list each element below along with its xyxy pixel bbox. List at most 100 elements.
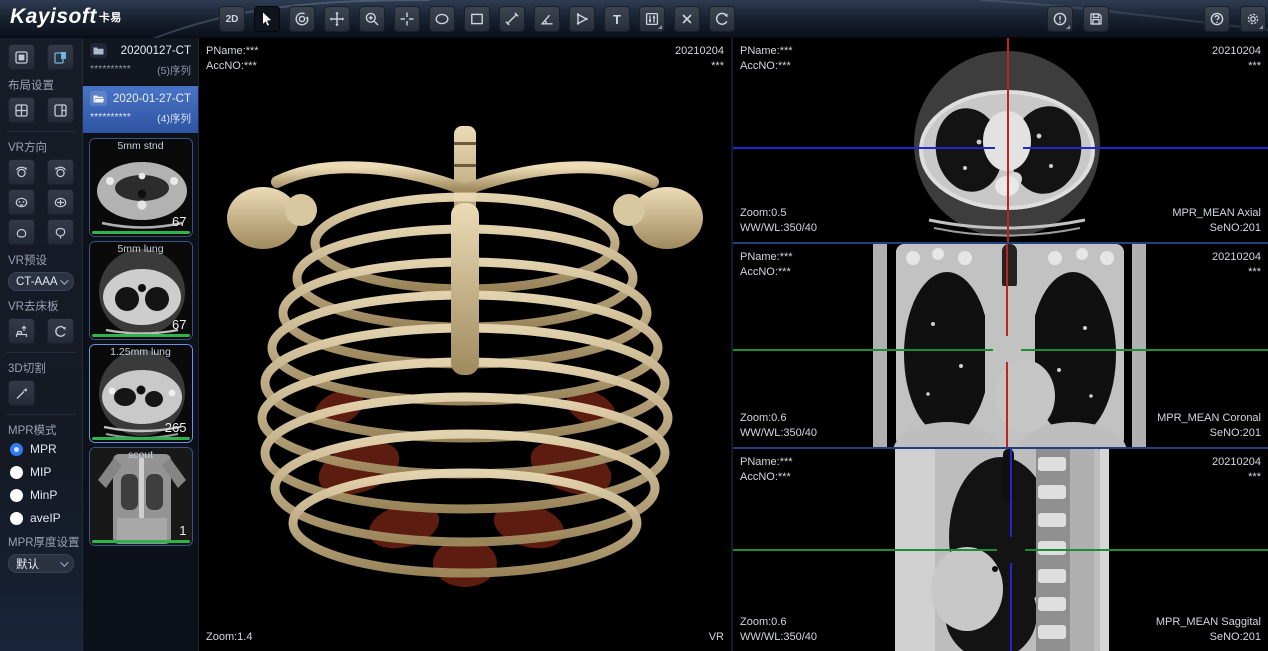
series-thumbnail-5mm-stnd[interactable]: 5mm stnd 67	[89, 138, 193, 237]
vr-preset-section-label: VR预设	[8, 252, 74, 268]
mpr-thickness-select[interactable]: 默认	[8, 554, 74, 573]
remove-bed-button[interactable]	[8, 318, 35, 344]
series-thumbnail-1-25mm-lung[interactable]: 1.25mm lung 265	[89, 344, 193, 443]
axial-crosshair-horizontal-blue[interactable]	[733, 147, 1268, 149]
text-tool-label: T	[613, 12, 621, 27]
coronal-crosshair-vertical-red[interactable]	[1006, 244, 1008, 447]
vr-face-front-button[interactable]	[8, 189, 35, 215]
viewport-mpr-coronal[interactable]: PName:*** AccNO:*** 20210204 *** Zoom:0.…	[733, 244, 1268, 447]
sagittal-zoom: Zoom:0.6	[740, 615, 817, 630]
coronal-accno: AccNO:***	[740, 265, 793, 280]
axial-seno: SeNO:201	[1172, 221, 1261, 236]
reset-icon	[714, 11, 730, 27]
study-item-2-selected[interactable]: 2020-01-27-CT ********** (4)序列	[83, 86, 198, 134]
angle-measure-button[interactable]	[534, 6, 560, 32]
sagittal-accno: AccNO:***	[740, 470, 793, 485]
bed-reset-button[interactable]	[47, 318, 74, 344]
cursor-icon	[259, 11, 275, 27]
vr-accno: AccNO:***	[206, 59, 259, 74]
text-annotation-button[interactable]: T	[604, 6, 630, 32]
mpr-thickness-value: 默认	[16, 556, 39, 572]
report-layout-button[interactable]	[47, 44, 74, 70]
sagittal-zoom-overlay: Zoom:0.6 WW/WL:350/40	[740, 615, 817, 645]
study-series-count: (4)序列	[157, 111, 191, 126]
thumbnail-progress-bar	[92, 540, 190, 543]
folder-closed-icon	[90, 43, 107, 58]
axial-acc-stars: ***	[1212, 59, 1261, 74]
viewport-mpr-sagittal[interactable]: PName:*** AccNO:*** 20210204 *** Zoom:0.…	[733, 449, 1268, 651]
mpr-thickness-section-label: MPR厚度设置	[8, 534, 74, 550]
vr-face-back-button[interactable]	[47, 189, 74, 215]
series-thumbnail-scout[interactable]: scout 1	[89, 447, 193, 546]
vr-rotate-left-button[interactable]	[8, 159, 35, 185]
sagittal-crosshair-horizontal-green[interactable]	[733, 549, 1268, 551]
ruler-icon	[504, 11, 520, 27]
sagittal-date-overlay: 20210204 ***	[1212, 455, 1261, 485]
mpr-mode-radio-minp[interactable]: MinP	[10, 488, 74, 502]
study-series-count: (5)序列	[157, 63, 191, 78]
axial-accno: AccNO:***	[740, 59, 793, 74]
sagittal-wwwl: WW/WL:350/40	[740, 630, 817, 645]
viewport-vr[interactable]: PName:*** AccNO:*** 20210204 *** Zoom:1.…	[199, 38, 731, 651]
thumbnail-label: scout	[90, 449, 192, 461]
info-button[interactable]	[1047, 6, 1073, 32]
scalpel-cut-button[interactable]	[8, 380, 35, 406]
viewport-mpr-axial[interactable]: PName:*** AccNO:*** 20210204 *** Zoom:0.…	[733, 38, 1268, 242]
sagittal-seno: SeNO:201	[1156, 630, 1261, 645]
2d-view-button[interactable]: 2D	[219, 6, 245, 32]
sagittal-study-date: 20210204	[1212, 455, 1261, 470]
face-front-icon	[14, 195, 29, 210]
window-level-button[interactable]	[639, 6, 665, 32]
coronal-pname: PName:***	[740, 250, 793, 265]
scalpel-icon	[14, 386, 29, 401]
mpr-mode-radio-mip[interactable]: MIP	[10, 465, 74, 479]
vr-head-bottom-button[interactable]	[47, 219, 74, 245]
help-button[interactable]	[1204, 6, 1230, 32]
crosshair-button[interactable]	[394, 6, 420, 32]
mpr-mode-radio-mpr[interactable]: MPR	[10, 442, 74, 456]
zoom-button[interactable]	[359, 6, 385, 32]
rectangle-roi-button[interactable]	[464, 6, 490, 32]
delete-x-icon	[679, 11, 695, 27]
coronal-mode-overlay: MPR_MEAN Coronal SeNO:201	[1157, 411, 1261, 441]
window-level-icon	[644, 11, 660, 27]
ellipse-roi-button[interactable]	[429, 6, 455, 32]
sidebar-divider	[6, 352, 76, 353]
study-item-1[interactable]: 20200127-CT ********** (5)序列	[83, 38, 198, 86]
save-button[interactable]	[1083, 6, 1109, 32]
gear-icon	[1245, 11, 1261, 27]
vr-rotate-right-button[interactable]	[47, 159, 74, 185]
grid-2x2-icon	[14, 103, 29, 118]
single-layout-icon	[14, 50, 29, 65]
remove-bed-icon	[14, 324, 29, 339]
pan-button[interactable]	[324, 6, 350, 32]
study-title: 2020-01-27-CT	[112, 93, 191, 105]
settings-button[interactable]	[1240, 6, 1266, 32]
length-measure-button[interactable]	[499, 6, 525, 32]
cut-section-label: 3D切割	[8, 360, 74, 376]
vr-head-top-button[interactable]	[8, 219, 35, 245]
reset-button[interactable]	[709, 6, 735, 32]
axial-crosshair-vertical-red[interactable]	[1007, 38, 1009, 242]
mpr-mode-section-label: MPR模式	[8, 422, 74, 438]
logo-brand-cn: 卡易	[99, 12, 122, 24]
single-layout-button[interactable]	[8, 44, 35, 70]
mpr-mode-radio-aveip[interactable]: aveIP	[10, 511, 74, 525]
grid-layout-button[interactable]	[8, 97, 35, 123]
polygon-measure-button[interactable]	[569, 6, 595, 32]
series-thumbnail-5mm-lung[interactable]: 5mm lung 67	[89, 241, 193, 340]
rotate-3d-button[interactable]	[289, 6, 315, 32]
delete-annotation-button[interactable]	[674, 6, 700, 32]
vr-patient-overlay: PName:*** AccNO:***	[206, 44, 259, 74]
vr-mode-overlay: VR	[709, 630, 724, 645]
angle-icon	[539, 11, 555, 27]
vr-preset-select[interactable]: CT-AAA	[8, 272, 74, 291]
split-layout-button[interactable]	[47, 97, 74, 123]
coronal-crosshair-horizontal-green[interactable]	[733, 349, 1268, 351]
select-cursor-button[interactable]	[254, 6, 280, 32]
radio-icon	[10, 489, 23, 502]
chevron-down-icon	[60, 276, 68, 284]
study-patient-id: **********	[90, 111, 131, 126]
vr-pname: PName:***	[206, 44, 259, 59]
head-rotate-left-icon	[14, 165, 29, 180]
